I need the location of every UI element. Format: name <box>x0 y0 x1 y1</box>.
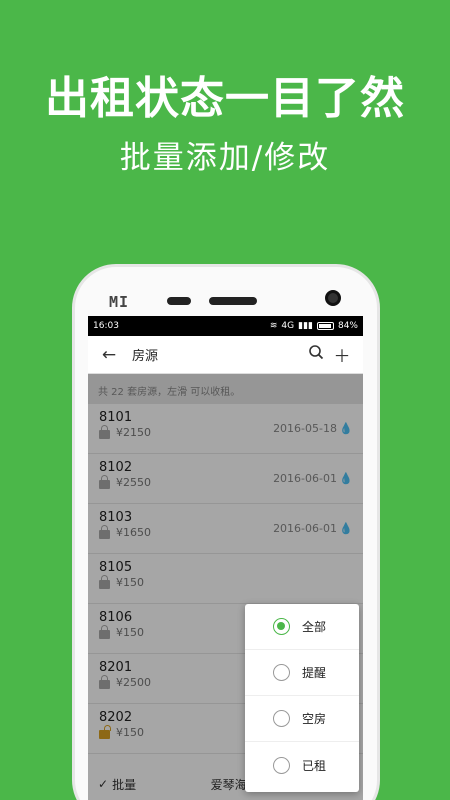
network-label: 4G <box>281 321 295 331</box>
filter-option-vacant[interactable]: 空房 <box>245 696 359 742</box>
wifi-icon: ≋ <box>269 321 278 331</box>
radio-icon <box>273 664 290 681</box>
listing-area: 共 22 套房源，左滑 可以收租。 8101 ¥2150 2016-05-18 … <box>88 374 363 800</box>
phone-sensor <box>167 297 191 305</box>
phone-camera <box>325 290 341 306</box>
filter-menu: 全部 提醒 空房 已租 <box>245 604 359 792</box>
phone-speaker <box>209 297 257 305</box>
phone-screen: 16:03 ≋ 4G ▮▮▮ 84% ← 房源 ＋ 共 22 套房源，左滑 可以… <box>88 316 363 800</box>
banner-headline: 出租状态一目了然 <box>45 73 405 124</box>
status-time: 16:03 <box>93 321 119 331</box>
signal-icon: ▮▮▮ <box>298 321 313 331</box>
radio-icon <box>273 756 290 774</box>
filter-option-all[interactable]: 全部 <box>245 604 359 650</box>
battery-level: 84% <box>337 321 358 331</box>
radio-icon <box>273 710 290 727</box>
filter-option-label: 已租 <box>302 758 327 773</box>
arrow-left-icon[interactable]: ← <box>96 345 122 365</box>
filter-option-rented[interactable]: 已租 <box>245 742 359 788</box>
phone-brand-logo: MI <box>109 293 130 311</box>
filter-option-label: 提醒 <box>302 666 327 680</box>
filter-option-label: 空房 <box>302 712 327 726</box>
search-icon[interactable] <box>303 344 329 365</box>
app-toolbar: ← 房源 ＋ <box>88 336 363 374</box>
filter-option-label: 全部 <box>302 620 327 634</box>
status-icons: ≋ 4G ▮▮▮ 84% <box>270 321 358 331</box>
plus-icon[interactable]: ＋ <box>329 342 355 367</box>
page-title: 房源 <box>132 349 159 364</box>
battery-icon <box>316 322 334 330</box>
banner-subline: 批量添加/修改 <box>119 140 331 176</box>
status-bar: 16:03 ≋ 4G ▮▮▮ 84% <box>88 316 363 336</box>
radio-checked-icon <box>273 618 290 635</box>
filter-option-remind[interactable]: 提醒 <box>245 650 359 696</box>
